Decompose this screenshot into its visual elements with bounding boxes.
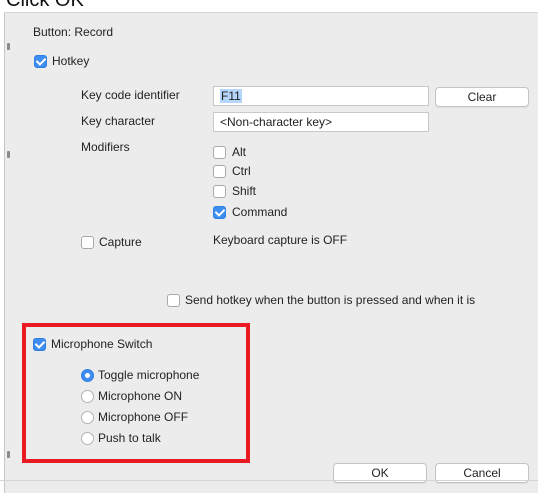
command-label: Command [232,205,288,219]
hotkey-checkbox[interactable] [34,55,47,68]
edge-marker [7,43,10,50]
ctrl-checkbox[interactable] [213,165,226,178]
key-code-value: F11 [220,89,242,103]
bottom-divider [0,480,538,481]
capture-status: Keyboard capture is OFF [213,233,348,247]
command-checkbox[interactable] [213,206,226,219]
microphone-switch-highlight [22,323,250,463]
key-character-field[interactable]: <Non-character key> [213,112,429,132]
dialog-title: Button: Record [33,25,114,39]
edge-marker [7,451,10,458]
key-code-label: Key code identifier [81,88,180,102]
edge-marker [7,151,10,158]
shift-label: Shift [232,184,257,198]
clear-button[interactable]: Clear [435,87,529,107]
alt-label: Alt [232,145,247,159]
shift-checkbox[interactable] [213,185,226,198]
alt-checkbox[interactable] [213,146,226,159]
caption-strip: Click OK [0,0,538,12]
key-code-field[interactable]: F11 [213,86,429,106]
hotkey-label: Hotkey [52,54,90,68]
caption-text: Click OK [6,0,84,11]
modifiers-label: Modifiers [81,140,130,154]
send-hotkey-label: Send hotkey when the button is pressed a… [185,293,476,307]
key-character-label: Key character [81,114,156,128]
capture-label: Capture [99,235,142,249]
send-hotkey-checkbox[interactable] [167,294,180,307]
ctrl-label: Ctrl [232,164,251,178]
capture-checkbox[interactable] [81,236,94,249]
